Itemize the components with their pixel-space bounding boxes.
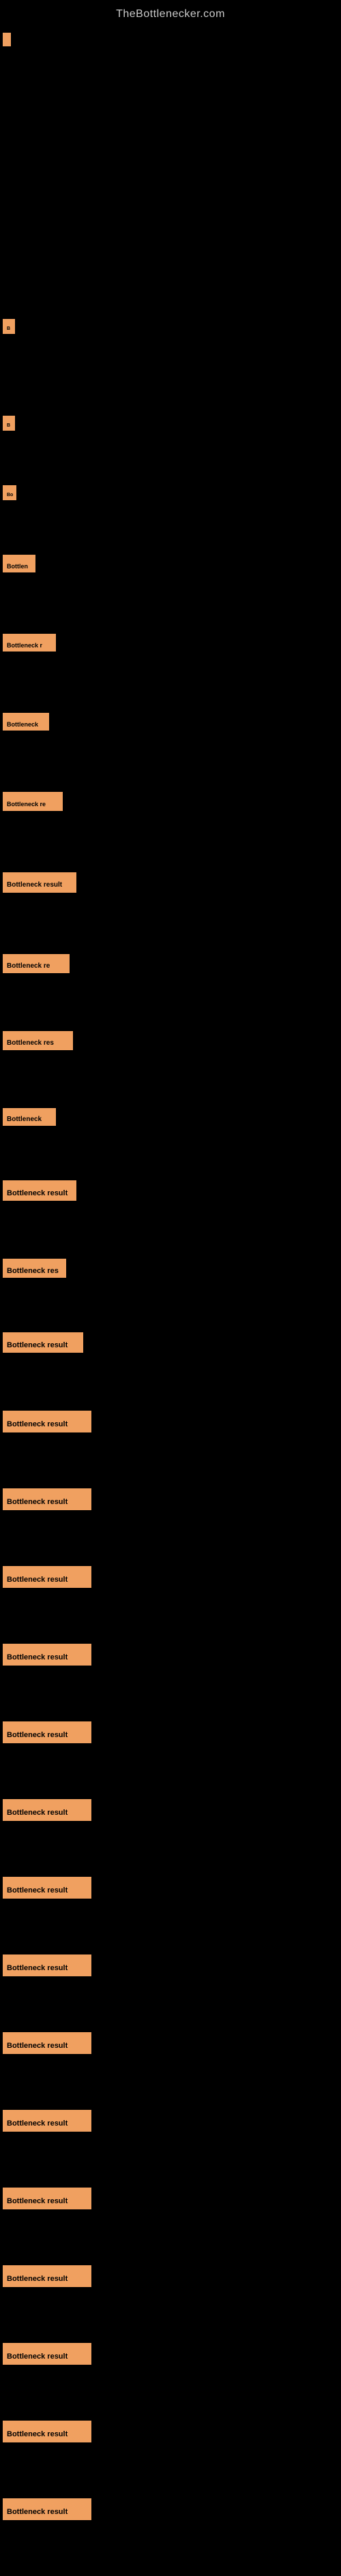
bar-label-24: Bottleneck result (3, 2032, 91, 2054)
bar-label-13: Bottleneck result (3, 1180, 76, 1201)
bar-row-17: Bottleneck result (1, 1488, 341, 1510)
bar-row-21: Bottleneck result (1, 1799, 341, 1821)
bar-row-24: Bottleneck result (1, 2032, 341, 2054)
bar-row-6: Bottleneck r (1, 634, 341, 651)
bar-label-30: Bottleneck result (3, 2498, 91, 2520)
bar-row-11: Bottleneck res (1, 1031, 341, 1050)
bar-label-28: Bottleneck result (3, 2343, 91, 2365)
bar-row-26: Bottleneck result (1, 2188, 341, 2209)
bar-row-12: Bottleneck (1, 1108, 341, 1126)
bar-label-14: Bottleneck res (3, 1259, 66, 1278)
bar-row-15: Bottleneck result (1, 1332, 341, 1353)
bar-row-28: Bottleneck result (1, 2343, 341, 2365)
bar-label-22: Bottleneck result (3, 1877, 91, 1899)
bar-label-17: Bottleneck result (3, 1488, 91, 1510)
bar-label-25: Bottleneck result (3, 2110, 91, 2132)
bar-label-5: Bottlen (3, 555, 35, 572)
bar-label-26: Bottleneck result (3, 2188, 91, 2209)
bar-label-15: Bottleneck result (3, 1332, 83, 1353)
bar-label-9: Bottleneck result (3, 872, 76, 893)
bar-label-12: Bottleneck (3, 1108, 56, 1126)
bar-row-9: Bottleneck result (1, 872, 341, 893)
bar-row-8: Bottleneck re (1, 792, 341, 811)
bar-row-25: Bottleneck result (1, 2110, 341, 2132)
bar-label-21: Bottleneck result (3, 1799, 91, 1821)
bar-label-8: Bottleneck re (3, 792, 63, 811)
bar-label-7: Bottleneck (3, 713, 49, 731)
bar-label-20: Bottleneck result (3, 1721, 91, 1743)
bar-row-22: Bottleneck result (1, 1877, 341, 1899)
bar-row-14: Bottleneck res (1, 1259, 341, 1278)
bar-label-23: Bottleneck result (3, 1954, 91, 1976)
bar-label-4: Bo (3, 485, 16, 500)
bar-row-1 (1, 33, 341, 46)
bar-label-2: B (3, 319, 15, 334)
bars-container: B B Bo Bottlen Bottleneck r Bottleneck Bottlen… (0, 26, 341, 2520)
bar-row-27: Bottleneck result (1, 2265, 341, 2287)
bar-row-3: B (1, 416, 341, 431)
bar-label-16: Bottleneck result (3, 1411, 91, 1432)
bar-row-7: Bottleneck (1, 713, 341, 731)
bar-row-2: B (1, 319, 341, 334)
bar-label-11: Bottleneck res (3, 1031, 73, 1050)
bar-label-1 (3, 33, 11, 46)
bar-row-29: Bottleneck result (1, 2421, 341, 2442)
bar-row-13: Bottleneck result (1, 1180, 341, 1201)
bar-label-6: Bottleneck r (3, 634, 56, 651)
bar-row-16: Bottleneck result (1, 1411, 341, 1432)
bar-label-19: Bottleneck result (3, 1644, 91, 1666)
bar-row-18: Bottleneck result (1, 1566, 341, 1588)
bar-label-18: Bottleneck result (3, 1566, 91, 1588)
bar-row-10: Bottleneck re (1, 954, 341, 973)
site-title-container: TheBottlenecker.com (0, 0, 341, 26)
bar-row-23: Bottleneck result (1, 1954, 341, 1976)
bar-label-27: Bottleneck result (3, 2265, 91, 2287)
bar-label-29: Bottleneck result (3, 2421, 91, 2442)
bar-row-4: Bo (1, 485, 341, 500)
bar-row-5: Bottlen (1, 555, 341, 572)
bar-row-30: Bottleneck result (1, 2498, 341, 2520)
bar-label-3: B (3, 416, 15, 431)
bar-label-10: Bottleneck re (3, 954, 70, 973)
site-title: TheBottlenecker.com (0, 0, 341, 26)
bar-row-20: Bottleneck result (1, 1721, 341, 1743)
bar-row-19: Bottleneck result (1, 1644, 341, 1666)
